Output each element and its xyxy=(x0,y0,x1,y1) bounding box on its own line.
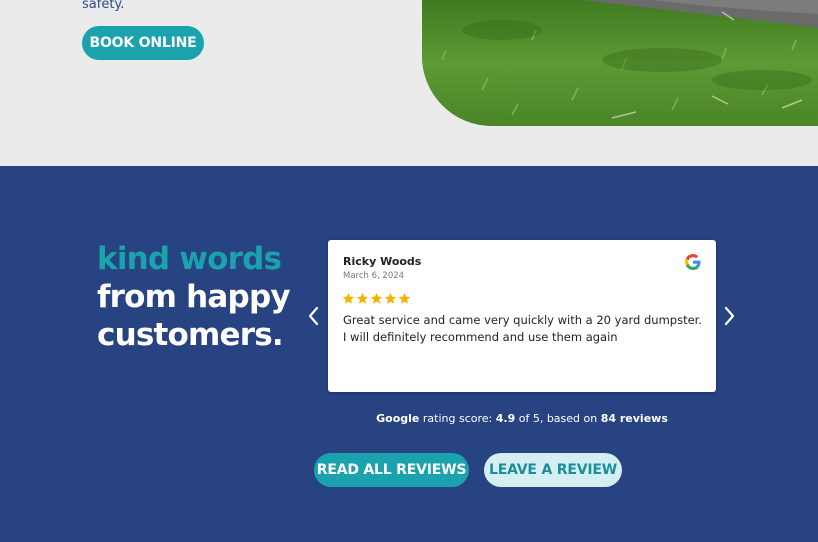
rating-count: 84 reviews xyxy=(600,412,668,425)
star-icon xyxy=(398,292,411,304)
google-icon xyxy=(685,254,701,270)
review-author: Ricky Woods xyxy=(343,255,422,268)
heading-line-customers: customers. xyxy=(97,317,284,353)
rating-label: rating score: xyxy=(422,412,493,425)
book-online-button[interactable]: BOOK ONLINE xyxy=(82,26,204,60)
star-icon xyxy=(384,292,397,304)
hero-text: safety. xyxy=(82,0,125,12)
star-icon xyxy=(370,292,383,304)
leave-review-button[interactable]: LEAVE A REVIEW xyxy=(484,453,622,487)
review-text: Great service and came very quickly with… xyxy=(343,313,702,344)
lawn-photo xyxy=(422,0,818,126)
review-date: March 6, 2024 xyxy=(343,271,405,281)
rating-brand: Google xyxy=(376,412,420,425)
rating-score: 4.9 xyxy=(495,412,516,425)
carousel-prev-icon[interactable] xyxy=(306,304,322,328)
heading-line-from-happy: from happy xyxy=(97,279,291,315)
review-stars xyxy=(342,292,411,305)
rating-of-text: of 5, based on xyxy=(518,412,598,425)
testimonials-heading: kind words from happy customers. xyxy=(97,240,291,354)
review-card: Ricky Woods March 6, 2024 Great service … xyxy=(328,240,716,392)
carousel-next-icon[interactable] xyxy=(721,304,737,328)
star-icon xyxy=(342,292,355,304)
google-rating-summary: Google rating score: 4.9 of 5, based on … xyxy=(0,412,818,425)
star-icon xyxy=(356,292,369,304)
hero-section: safety. BOOK ONLINE xyxy=(0,0,818,166)
heading-line-kind-words: kind words xyxy=(97,241,282,277)
read-all-reviews-button[interactable]: READ ALL REVIEWS xyxy=(314,453,469,487)
